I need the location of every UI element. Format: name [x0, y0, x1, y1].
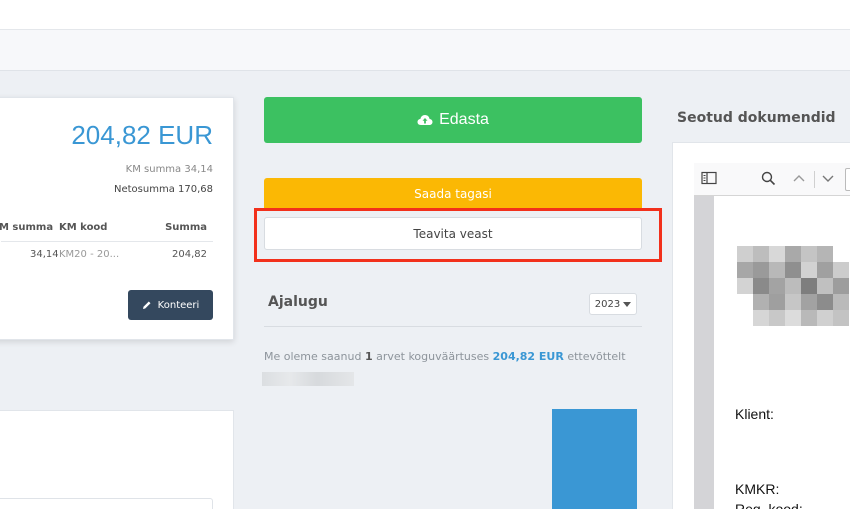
summary-count: 1 [364, 350, 373, 363]
lower-left-card [0, 410, 234, 509]
konteeri-button[interactable]: Konteeri [128, 290, 213, 320]
history-summary: Me oleme saanud 1 arvet koguväärtuses 20… [264, 350, 626, 363]
year-select-value: 2023 [594, 298, 621, 310]
netosumma-line: Netosumma 170,68 [114, 184, 213, 195]
toolbar-separator [814, 171, 815, 188]
blurred-qr-code [737, 246, 849, 328]
pdf-document-page [714, 196, 850, 509]
summary-middle: arvet koguväärtuses [376, 350, 490, 363]
cell-km-summa: 34,14 [30, 249, 59, 260]
konteeri-label: Konteeri [157, 299, 200, 311]
page-number-input[interactable] [845, 168, 850, 191]
chevron-up-icon[interactable] [792, 171, 806, 185]
pdf-viewer-toolbar [694, 163, 850, 196]
summary-prefix: Me oleme saanud [264, 350, 362, 363]
chevron-down-icon[interactable] [821, 171, 835, 185]
invoice-summary-card: 204,82 EUR KM summa 34,14 Netosumma 170,… [0, 97, 234, 340]
history-divider [264, 326, 642, 327]
column-header-summa: Summa [165, 222, 207, 233]
history-chart [264, 398, 642, 509]
pencil-icon [142, 301, 151, 309]
blurred-company-name [262, 372, 354, 386]
sidebar-toggle-icon[interactable] [701, 171, 717, 185]
summary-suffix: ettevõttelt [567, 350, 626, 363]
doc-label-kmkr: KMKR: [735, 481, 780, 497]
saada-tagasi-button[interactable]: Saada tagasi [264, 178, 642, 210]
column-header-km-summa: M summa [0, 222, 54, 233]
history-title: Ajalugu [268, 294, 328, 310]
top-bar [0, 0, 850, 30]
column-header-km-kood: KM kood [59, 222, 108, 233]
lower-left-input[interactable] [0, 498, 213, 509]
search-icon[interactable] [761, 171, 776, 186]
table-divider [1, 241, 213, 242]
history-chart-bar[interactable] [552, 409, 637, 509]
pdf-viewer-gutter [694, 196, 714, 509]
related-documents-title: Seotud dokumendid [677, 110, 836, 126]
doc-label-reg-kood: Reg. kood: [735, 501, 803, 509]
edasta-button[interactable]: Edasta [264, 97, 642, 143]
edasta-label: Edasta [439, 111, 489, 128]
summary-amount: 204,82 EUR [492, 350, 564, 363]
highlight-annotation [254, 208, 662, 262]
km-summa-line: KM summa 34,14 [125, 164, 213, 175]
caret-down-icon [623, 301, 632, 307]
invoice-total: 204,82 EUR [71, 120, 213, 150]
year-select[interactable]: 2023 [589, 293, 637, 315]
cloud-upload-icon [417, 115, 433, 125]
doc-label-klient: Klient: [735, 406, 774, 422]
cell-summa: 204,82 [172, 249, 207, 260]
cell-km-kood: KM20 - 20... [59, 249, 120, 260]
sub-header-bar [0, 30, 850, 71]
